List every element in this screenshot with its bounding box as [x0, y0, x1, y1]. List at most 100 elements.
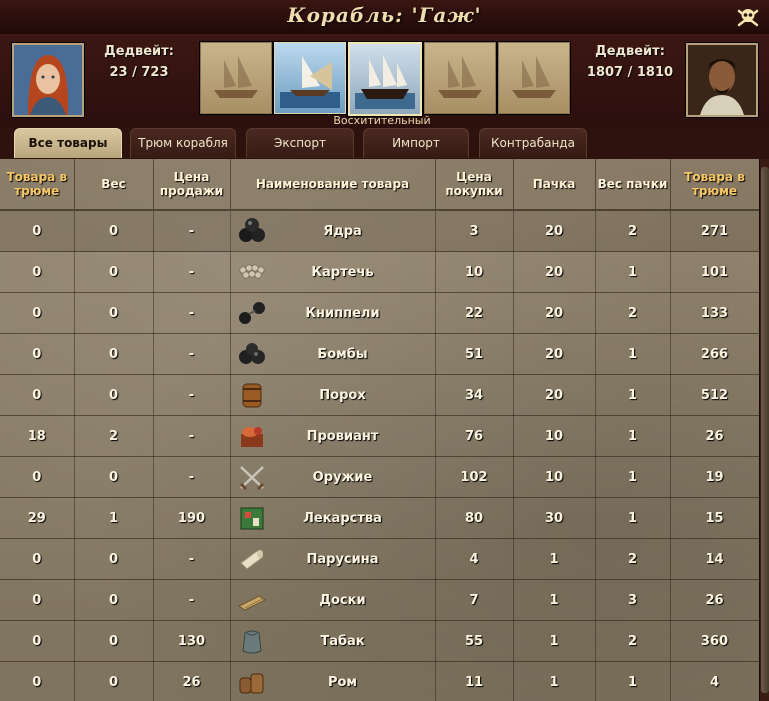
close-skull-button[interactable] — [735, 4, 761, 30]
cell-pack-weight: 2 — [595, 292, 671, 334]
tab-export[interactable]: Экспорт — [246, 128, 354, 158]
cell-store-hold: 15 — [670, 497, 759, 539]
cell-in-hold: 0 — [0, 620, 75, 662]
tab-import[interactable]: Импорт — [363, 128, 469, 158]
table-row[interactable]: 0 0 - Доски 7 1 3 26 — [0, 579, 759, 621]
ship-slot-selected[interactable] — [348, 42, 422, 116]
cell-weight: 0 — [74, 620, 154, 662]
goods-name-label: Провиант — [306, 428, 379, 444]
cell-weight: 0 — [74, 374, 154, 416]
table-row[interactable]: 0 0 - Порох 34 20 1 512 — [0, 374, 759, 416]
col-header-name[interactable]: Наименование товара — [230, 159, 436, 211]
tab-contraband[interactable]: Контрабанда — [479, 128, 587, 158]
table-row[interactable]: 0 0 - Картечь 10 20 1 101 — [0, 251, 759, 293]
goods-name-label: Ядра — [323, 223, 362, 239]
cell-in-hold: 0 — [0, 579, 75, 621]
cell-goods-name: Ром — [230, 661, 436, 701]
woman-portrait-icon — [14, 45, 82, 115]
bombs-icon — [238, 343, 265, 364]
tab-bar: Все товары Трюм корабля Экспорт Импорт К… — [0, 128, 769, 159]
cell-in-hold: 0 — [0, 661, 75, 701]
cell-in-hold: 0 — [0, 456, 75, 498]
table-row[interactable]: 0 0 - Парусина 4 1 2 14 — [0, 538, 759, 580]
store-deadweight-label: Дедвейт: — [595, 44, 665, 59]
tab-all-goods[interactable]: Все товары — [14, 128, 122, 158]
cell-pack-weight: 1 — [595, 497, 671, 539]
cell-sell-price: - — [153, 538, 231, 580]
col-header-pack-weight[interactable]: Вес пачки — [595, 159, 671, 211]
table-row[interactable]: 29 1 190 Лекарства 80 30 1 15 — [0, 497, 759, 539]
cell-in-hold: 0 — [0, 374, 75, 416]
ship-slot-1[interactable] — [200, 42, 272, 114]
cell-goods-name: Порох — [230, 374, 436, 416]
ship-slot-5[interactable] — [498, 42, 570, 114]
cell-in-hold: 0 — [0, 538, 75, 580]
title-bar: Корабль: 'Гаж' — [0, 0, 769, 35]
goods-name-label: Книппели — [305, 305, 380, 321]
cell-goods-name: Картечь — [230, 251, 436, 293]
table-row[interactable]: 0 0 - Оружие 102 10 1 19 — [0, 456, 759, 498]
table-row[interactable]: 0 0 26 Ром 11 1 1 4 — [0, 661, 759, 701]
cell-goods-name: Лекарства — [230, 497, 436, 539]
col-header-weight[interactable]: Вес — [74, 159, 154, 211]
ship-slot-4[interactable] — [424, 42, 496, 114]
cell-sell-price: 190 — [153, 497, 231, 539]
cell-in-hold: 18 — [0, 415, 75, 457]
cell-sell-price: - — [153, 292, 231, 334]
cell-in-hold: 0 — [0, 210, 75, 252]
merchant-portrait[interactable] — [686, 43, 758, 117]
goods-name-label: Ром — [327, 674, 358, 690]
cell-store-hold: 133 — [670, 292, 759, 334]
col-header-pack[interactable]: Пачка — [513, 159, 596, 211]
player-deadweight-label: Дедвейт: — [104, 44, 174, 59]
table-row[interactable]: 0 0 - Бомбы 51 20 1 266 — [0, 333, 759, 375]
cell-pack-weight: 1 — [595, 333, 671, 375]
cell-goods-name: Табак — [230, 620, 436, 662]
skull-crossbones-icon — [737, 9, 759, 27]
prev-ship-arrow[interactable] — [310, 62, 332, 90]
table-row[interactable]: 0 0 - Ядра 3 20 2 271 — [0, 210, 759, 252]
cell-pack: 20 — [513, 374, 596, 416]
cell-pack: 20 — [513, 333, 596, 375]
cell-weight: 2 — [74, 415, 154, 457]
cell-buy-price: 34 — [435, 374, 514, 416]
cell-buy-price: 4 — [435, 538, 514, 580]
col-header-sell-price[interactable]: Цена продажи — [153, 159, 231, 211]
table-row[interactable]: 0 0 - Книппели 22 20 2 133 — [0, 292, 759, 334]
cell-store-hold: 360 — [670, 620, 759, 662]
tab-ship-hold[interactable]: Трюм корабля — [130, 128, 236, 158]
goods-name-label: Табак — [320, 633, 365, 649]
cell-pack-weight: 1 — [595, 661, 671, 701]
col-header-in-hold[interactable]: Товара в трюме — [0, 159, 75, 211]
cell-weight: 0 — [74, 456, 154, 498]
cell-sell-price: 26 — [153, 661, 231, 701]
grapeshot-icon — [238, 264, 264, 279]
col-header-store-hold[interactable]: Товара в трюме — [670, 159, 759, 211]
cell-buy-price: 51 — [435, 333, 514, 375]
cell-buy-price: 10 — [435, 251, 514, 293]
scroll-thumb[interactable] — [761, 167, 769, 693]
cell-weight: 0 — [74, 579, 154, 621]
medicine-box-icon — [240, 507, 263, 530]
cell-pack: 20 — [513, 210, 596, 252]
cell-in-hold: 29 — [0, 497, 75, 539]
table-row[interactable]: 0 0 130 Табак 55 1 2 360 — [0, 620, 759, 662]
goods-name-label: Оружие — [312, 469, 373, 485]
cell-sell-price: - — [153, 251, 231, 293]
cell-sell-price: - — [153, 579, 231, 621]
cell-in-hold: 0 — [0, 251, 75, 293]
table-row[interactable]: 18 2 - Провиант 76 10 1 26 — [0, 415, 759, 457]
player-portrait[interactable] — [12, 43, 84, 117]
cell-in-hold: 0 — [0, 333, 75, 375]
cell-pack-weight: 2 — [595, 620, 671, 662]
cell-pack: 10 — [513, 415, 596, 457]
table-scrollbar[interactable] — [759, 159, 769, 701]
cell-pack-weight: 3 — [595, 579, 671, 621]
cell-store-hold: 512 — [670, 374, 759, 416]
planks-icon — [237, 594, 266, 611]
cell-buy-price: 11 — [435, 661, 514, 701]
cell-goods-name: Ядра — [230, 210, 436, 252]
cell-store-hold: 101 — [670, 251, 759, 293]
col-header-buy-price[interactable]: Цена покупки — [435, 159, 514, 211]
cell-sell-price: 130 — [153, 620, 231, 662]
